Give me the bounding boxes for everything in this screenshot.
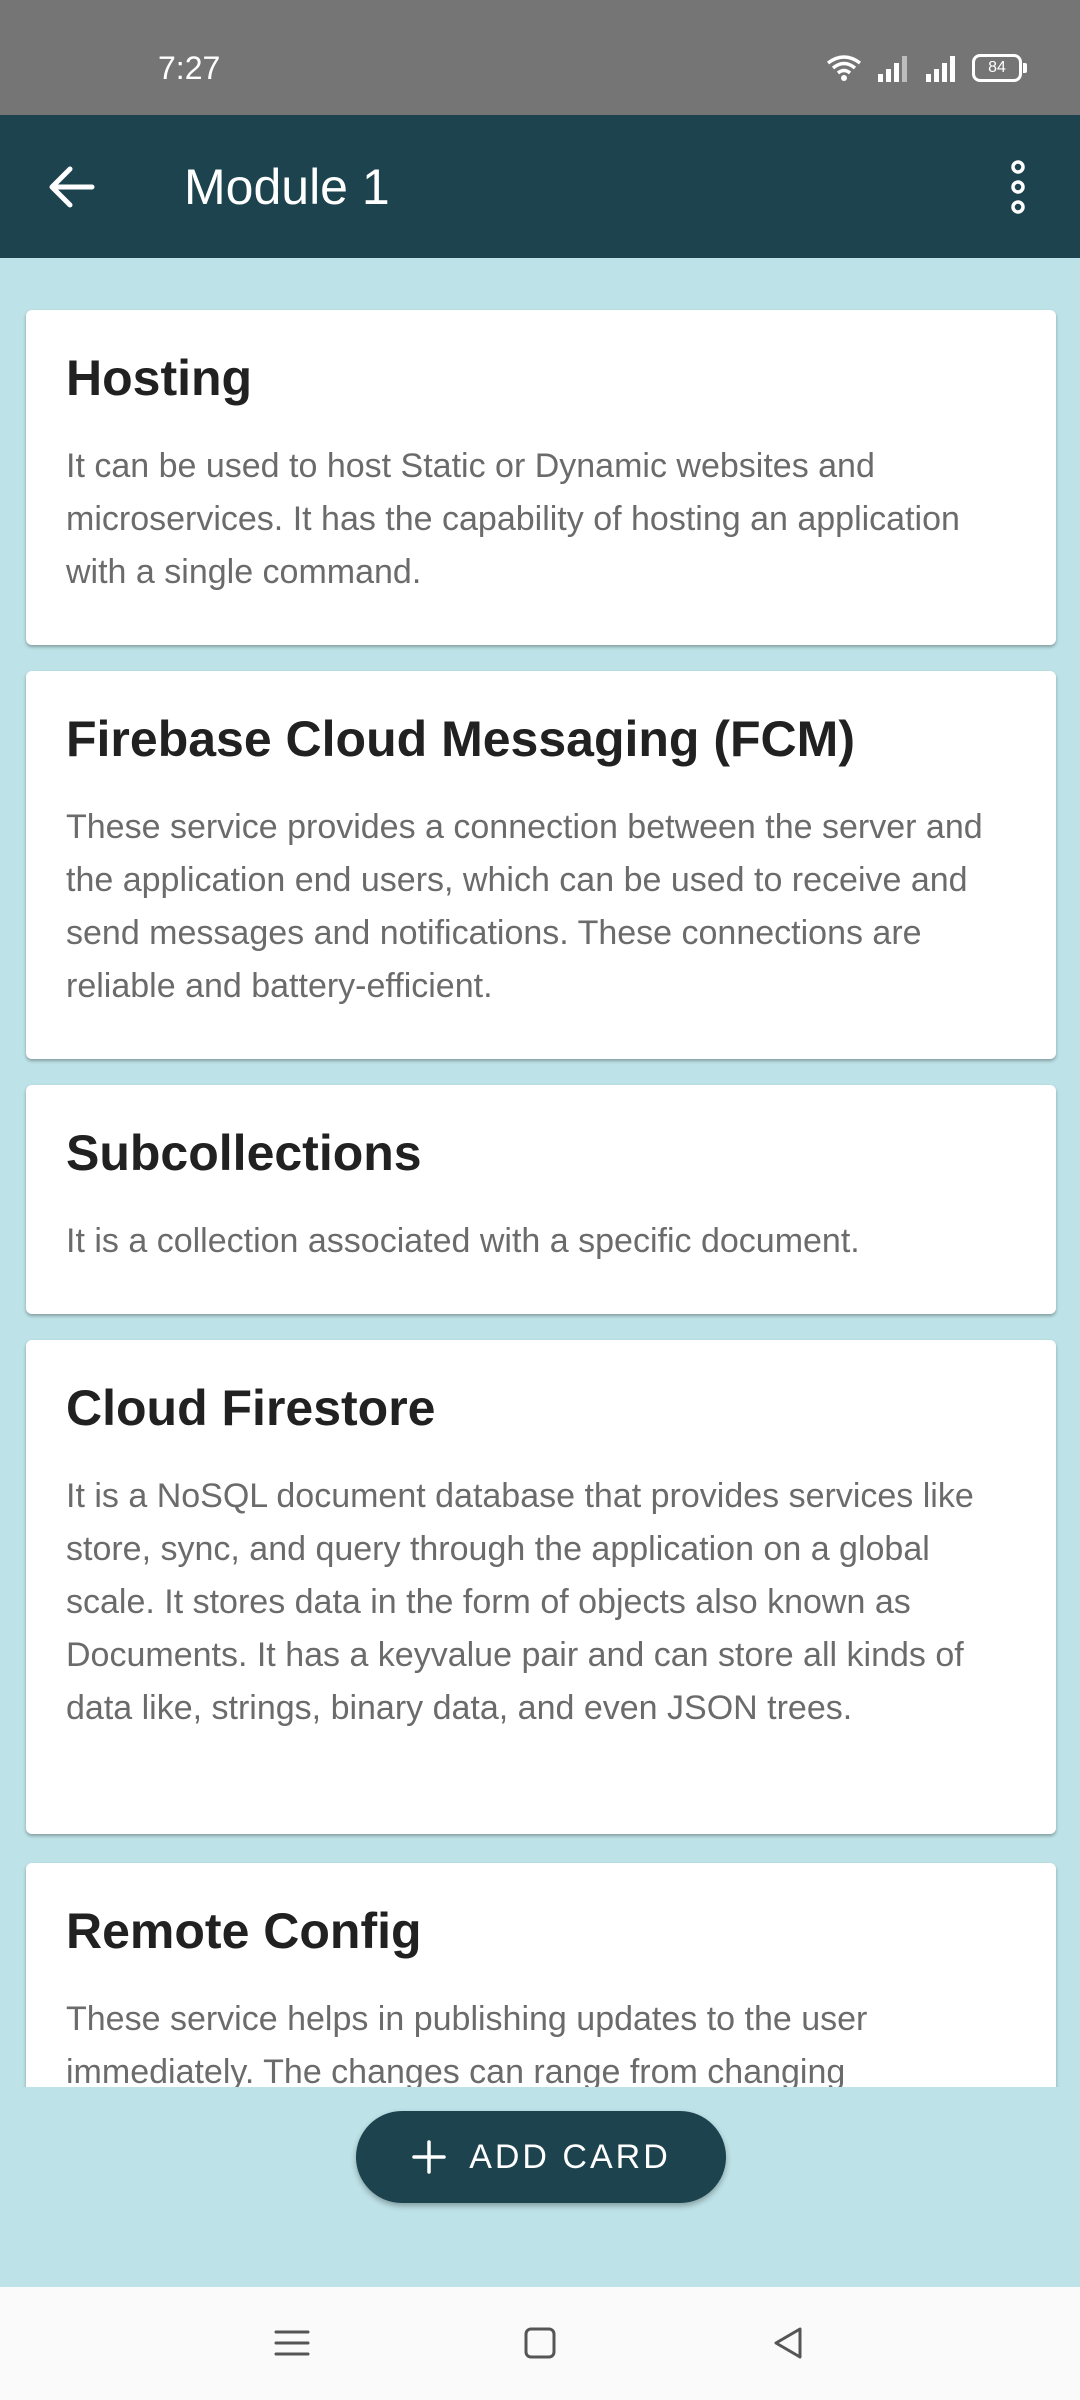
signal-icon <box>878 56 907 82</box>
card-description: These service provides a connection betw… <box>66 808 983 1005</box>
nav-back-button[interactable] <box>758 2313 818 2373</box>
back-icon <box>774 2327 802 2359</box>
app-bar: Module 1 <box>0 115 1080 258</box>
card-description: It is a collection associated with a spe… <box>66 1222 860 1260</box>
card-title: Remote Config <box>66 1903 422 1959</box>
status-bar: 7:27 84 <box>0 0 1080 115</box>
plus-icon <box>412 2140 446 2174</box>
add-card-label: ADD CARD <box>469 2137 671 2176</box>
wifi-icon <box>826 55 862 81</box>
card-description: It is a NoSQL document database that pro… <box>66 1477 974 1727</box>
more-vert-icon <box>1011 160 1025 214</box>
back-button[interactable] <box>40 155 104 219</box>
home-icon <box>524 2327 556 2359</box>
menu-icon <box>274 2330 310 2356</box>
system-navigation-bar <box>0 2287 1080 2400</box>
card-hosting[interactable]: Hosting It can be used to host Static or… <box>26 310 1056 645</box>
battery-icon: 84 <box>972 54 1027 82</box>
card-subcollections[interactable]: Subcollections It is a collection associ… <box>26 1085 1056 1314</box>
card-description: It can be used to host Static or Dynamic… <box>66 447 960 591</box>
card-fcm[interactable]: Firebase Cloud Messaging (FCM) These ser… <box>26 671 1056 1059</box>
card-title: Hosting <box>66 350 253 406</box>
status-time: 7:27 <box>158 50 221 86</box>
card-list[interactable]: Hosting It can be used to host Static or… <box>0 258 1080 2087</box>
page-title: Module 1 <box>184 159 390 215</box>
card-title: Cloud Firestore <box>66 1380 436 1436</box>
arrow-back-icon <box>49 166 95 208</box>
card-cloud-firestore[interactable]: Cloud Firestore It is a NoSQL document d… <box>26 1340 1056 1834</box>
status-icons: 84 <box>826 50 1027 86</box>
add-card-button[interactable]: ADD CARD <box>356 2111 726 2203</box>
nav-menu-button[interactable] <box>262 2313 322 2373</box>
card-title: Subcollections <box>66 1125 422 1181</box>
card-remote-config[interactable]: Remote Config These service helps in pub… <box>26 1863 1056 2087</box>
more-options-button[interactable] <box>986 155 1050 219</box>
nav-home-button[interactable] <box>510 2313 570 2373</box>
card-title: Firebase Cloud Messaging (FCM) <box>66 711 855 767</box>
signal-icon <box>926 56 955 82</box>
card-description: These service helps in publishing update… <box>66 2000 868 2087</box>
